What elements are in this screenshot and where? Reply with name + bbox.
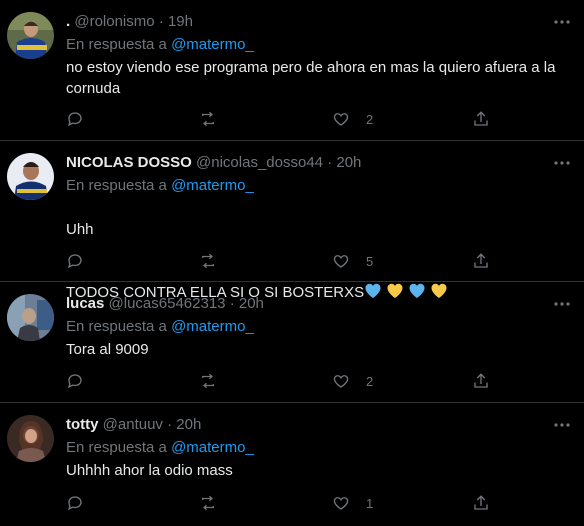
display-name[interactable]: NICOLAS DOSSO — [66, 154, 192, 171]
timestamp[interactable]: 20h — [239, 295, 264, 312]
like-button[interactable]: 1 — [332, 493, 373, 513]
handle[interactable]: @lucas65462313 — [109, 295, 226, 312]
share-icon — [474, 111, 488, 126]
share-button[interactable] — [472, 371, 490, 391]
reply-mention-link[interactable]: @matermo_ — [171, 177, 254, 194]
share-icon — [474, 253, 488, 268]
tweet-text: Uhhhh ahor la odio mass — [66, 462, 233, 479]
handle[interactable]: @antuuv — [103, 416, 163, 433]
like-button[interactable]: 5 — [332, 251, 373, 271]
reply-mention-link[interactable]: @matermo_ — [171, 318, 254, 335]
display-name[interactable]: totty — [66, 416, 99, 433]
reply-prefix: En respuesta a — [66, 439, 167, 456]
heart-icon — [333, 497, 349, 510]
reply-feed: . @rolonismo · 19h En respuesta a @mater… — [0, 0, 584, 526]
reply-icon — [67, 254, 82, 269]
reply-prefix: En respuesta a — [66, 177, 167, 194]
tweet-actions: 2 — [66, 371, 496, 391]
avatar[interactable] — [7, 153, 54, 200]
more-options-icon[interactable] — [552, 415, 572, 435]
like-button[interactable]: 2 — [332, 371, 373, 391]
display-name[interactable]: lucas — [66, 295, 104, 312]
share-icon — [474, 495, 488, 510]
tweet-text-line: Uhh — [66, 221, 94, 238]
reply-button[interactable] — [66, 109, 84, 129]
reply-mention-link[interactable]: @matermo_ — [171, 439, 254, 456]
retweet-icon — [202, 373, 214, 389]
timestamp[interactable]: 19h — [168, 13, 193, 30]
like-count: 1 — [366, 495, 374, 511]
timestamp[interactable]: 20h — [336, 154, 361, 171]
heart-icon — [333, 113, 349, 126]
tweet-text: no estoy viendo ese programa pero de aho… — [66, 59, 556, 97]
reply-prefix: En respuesta a — [66, 36, 167, 53]
tweet-text: Tora al 9009 — [66, 341, 149, 358]
tweet[interactable]: totty @antuuv · 20h En respuesta a @mate… — [0, 403, 584, 526]
reply-button[interactable] — [66, 371, 84, 391]
retweet-button[interactable] — [199, 493, 217, 513]
like-count: 2 — [366, 111, 374, 127]
retweet-button[interactable] — [199, 251, 217, 271]
handle[interactable]: @nicolas_dosso44 — [196, 154, 323, 171]
retweet-button[interactable] — [199, 371, 217, 391]
tweet-actions: 2 — [66, 109, 496, 129]
photo-avatar-icon — [7, 415, 54, 462]
like-count: 2 — [366, 373, 374, 389]
reply-icon — [67, 496, 82, 511]
heart-icon — [333, 255, 349, 268]
retweet-icon — [202, 253, 214, 269]
display-name[interactable]: . — [66, 13, 70, 30]
tweet[interactable]: NICOLAS DOSSO @nicolas_dosso44 · 20h En … — [0, 141, 584, 301]
timestamp[interactable]: 20h — [176, 416, 201, 433]
tweet[interactable]: . @rolonismo · 19h En respuesta a @mater… — [0, 0, 584, 141]
share-icon — [474, 373, 488, 388]
handle[interactable]: @rolonismo — [74, 13, 154, 30]
reply-mention-link[interactable]: @matermo_ — [171, 36, 254, 53]
soccer-player-avatar-icon — [7, 153, 54, 200]
avatar[interactable] — [7, 12, 54, 59]
soccer-player-avatar-icon — [7, 12, 54, 59]
separator: · — [158, 13, 164, 30]
more-options-icon[interactable] — [552, 294, 572, 314]
like-count: 5 — [366, 253, 374, 269]
separator: · — [327, 154, 333, 171]
retweet-icon — [202, 495, 214, 511]
more-options-icon[interactable] — [552, 12, 572, 32]
share-button[interactable] — [472, 493, 490, 513]
tweet-actions: 1 — [66, 493, 496, 513]
tweet-actions: 5 — [66, 251, 496, 271]
like-button[interactable]: 2 — [332, 109, 373, 129]
reply-button[interactable] — [66, 493, 84, 513]
separator: · — [167, 416, 173, 433]
more-options-icon[interactable] — [552, 153, 572, 173]
separator: · — [229, 295, 235, 312]
avatar[interactable] — [7, 415, 54, 462]
photo-avatar-icon — [7, 294, 54, 341]
reply-prefix: En respuesta a — [66, 318, 167, 335]
tweet[interactable]: lucas @lucas65462313 · 20h En respuesta … — [0, 282, 584, 403]
heart-icon — [333, 375, 349, 388]
reply-icon — [67, 112, 82, 127]
share-button[interactable] — [472, 109, 490, 129]
retweet-icon — [202, 111, 214, 127]
retweet-button[interactable] — [199, 109, 217, 129]
reply-button[interactable] — [66, 251, 84, 271]
share-button[interactable] — [472, 251, 490, 271]
avatar[interactable] — [7, 294, 54, 341]
reply-icon — [67, 374, 82, 389]
